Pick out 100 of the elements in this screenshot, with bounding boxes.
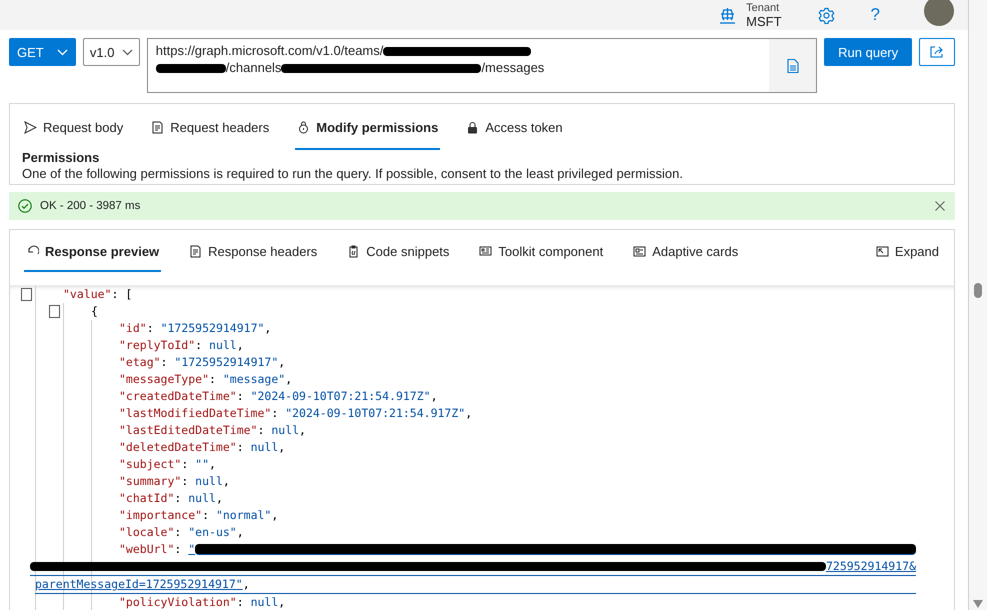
json-string: "en-us" <box>188 524 237 541</box>
json-punctuation: , <box>430 388 438 405</box>
tab[interactable]: Response headers <box>187 230 320 272</box>
run-query-button[interactable]: Run query <box>824 38 912 66</box>
json-null: null <box>188 490 216 507</box>
close-icon[interactable] <box>934 200 946 212</box>
json-punctuation: : <box>181 456 190 473</box>
chevron-down-icon <box>122 48 133 56</box>
expand-button[interactable]: Expand <box>874 230 941 272</box>
json-punctuation: : <box>236 594 245 610</box>
json-punctuation: , <box>465 405 472 422</box>
json-punctuation: { <box>91 303 98 320</box>
document-icon <box>189 244 202 258</box>
json-punctuation: : <box>174 541 182 558</box>
fold-toggle[interactable] <box>49 305 60 318</box>
settings-icon[interactable] <box>818 6 835 24</box>
json-key: "summary" <box>119 473 182 490</box>
json-punctuation: , <box>278 439 286 456</box>
method-dropdown[interactable]: GET <box>9 38 76 66</box>
help-button[interactable]: ? <box>870 5 880 25</box>
tab[interactable]: Adaptive cards <box>631 230 740 272</box>
json-punctuation: : <box>236 388 245 405</box>
json-key: "createdDateTime" <box>119 388 237 405</box>
json-key: "importance" <box>119 507 202 524</box>
tenant-label: Tenant <box>746 2 780 15</box>
grid-icon <box>479 244 492 258</box>
json-null: null <box>250 439 278 456</box>
json-punctuation: : <box>271 405 280 422</box>
status-text: OK - 200 - 3987 ms <box>40 200 142 212</box>
expand-icon <box>876 244 889 258</box>
json-key: "locale" <box>119 524 174 541</box>
json-null: null <box>195 473 223 490</box>
clipboard-code-icon <box>347 244 360 258</box>
json-punctuation: , <box>299 422 306 439</box>
url-text: /messages <box>481 60 544 76</box>
permissions-heading: Permissions <box>22 150 100 166</box>
json-key: "messageType" <box>119 371 210 388</box>
tab[interactable]: Code snippets <box>345 230 452 272</box>
json-punctuation: : <box>209 371 217 388</box>
json-link[interactable]: parentMessageId=1725952914917" <box>35 576 243 593</box>
share-button[interactable] <box>919 38 956 66</box>
redaction-bar <box>156 64 226 72</box>
json-key: "etag" <box>119 354 161 371</box>
json-string: "2024-09-10T07:21:54.917Z" <box>250 388 431 405</box>
json-punctuation: : [ <box>111 286 132 303</box>
tenant-name: MSFT <box>746 15 782 28</box>
tab[interactable]: Request headers <box>149 104 272 150</box>
tab[interactable]: Response preview <box>24 230 162 272</box>
url-text: /channels <box>226 60 282 76</box>
json-punctuation: : <box>181 473 190 490</box>
json-punctuation: , <box>264 320 272 337</box>
json-punctuation: : <box>202 507 210 524</box>
globe-icon <box>719 6 736 24</box>
lock-icon <box>297 120 310 134</box>
json-punctuation: : <box>146 320 155 337</box>
json-key: "policyViolation" <box>119 594 237 610</box>
json-key: "deletedDateTime" <box>119 439 237 456</box>
document-icon[interactable] <box>786 58 799 72</box>
json-string: "message" <box>222 371 286 388</box>
json-punctuation: : <box>195 337 204 354</box>
document-icon <box>151 120 164 134</box>
json-key: "id" <box>119 320 147 337</box>
lock-icon <box>466 120 480 134</box>
json-null: null <box>250 594 278 610</box>
json-punctuation: , <box>209 456 216 473</box>
tab[interactable]: Access token <box>464 104 565 150</box>
json-key: "lastModifiedDateTime" <box>119 405 272 422</box>
tab[interactable]: Toolkit component <box>477 230 606 272</box>
scroll-down-icon[interactable] <box>973 600 983 608</box>
json-punctuation: : <box>160 354 168 371</box>
permissions-description: One of the following permissions is required to run the query. If possible, consent to the least privileged permission. <box>22 166 684 182</box>
json-punctuation: : <box>174 524 182 541</box>
json-null: null <box>209 337 237 354</box>
send-icon <box>24 120 37 134</box>
json-link[interactable]: " <box>188 541 196 558</box>
json-punctuation: , <box>236 524 244 541</box>
json-punctuation: , <box>278 354 286 371</box>
json-punctuation: , <box>278 594 286 610</box>
json-string: "2024-09-10T07:21:54.917Z" <box>285 405 466 422</box>
json-key: "subject" <box>119 456 182 473</box>
check-circle-icon <box>18 199 32 213</box>
json-punctuation: , <box>216 490 223 507</box>
tab[interactable]: Request body <box>22 104 126 150</box>
json-null: null <box>271 422 300 439</box>
scrollbar[interactable] <box>968 0 987 610</box>
scrollbar-thumb[interactable] <box>974 283 982 298</box>
version-dropdown[interactable]: v1.0 <box>82 38 140 66</box>
json-string: "normal" <box>216 507 272 524</box>
json-string: "1725952914917" <box>174 354 278 371</box>
card-icon <box>633 244 646 258</box>
url-text: https://graph.microsoft.com/v1.0/teams/ <box>156 43 384 59</box>
tab[interactable]: Modify permissions <box>295 104 440 150</box>
url-field[interactable]: https://graph.microsoft.com/v1.0/teams/ /channels /messages <box>146 38 818 93</box>
chevron-down-icon <box>56 48 68 56</box>
json-link[interactable]: 725952914917& <box>826 558 916 575</box>
json-key: "replyToId" <box>119 337 196 354</box>
avatar[interactable] <box>924 0 954 26</box>
fold-toggle[interactable] <box>21 288 32 301</box>
json-punctuation: , <box>222 473 230 490</box>
json-punctuation: : <box>257 422 266 439</box>
